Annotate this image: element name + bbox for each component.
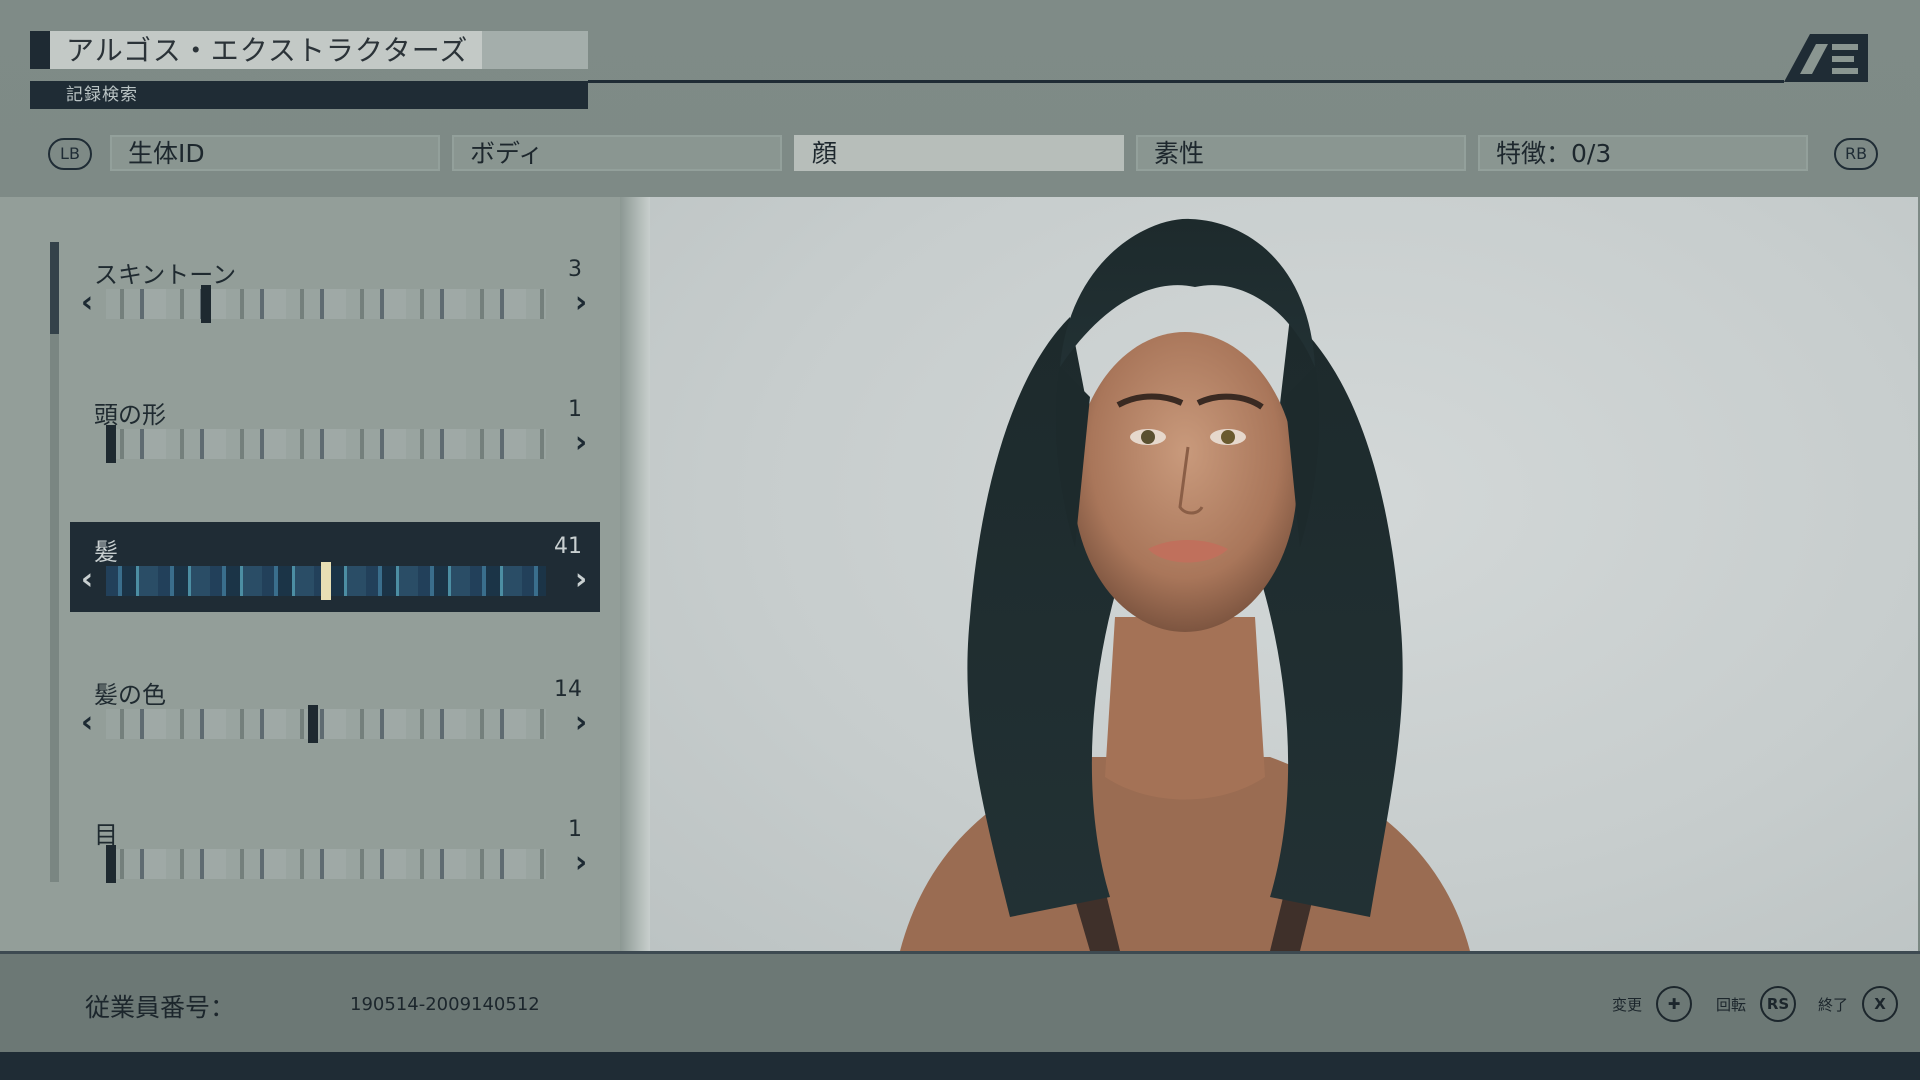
chevron-right-icon[interactable]: › [566,705,596,741]
ae-logo-icon [1784,34,1868,82]
chevron-left-icon[interactable]: ‹ [72,285,102,321]
hint-label: 変更 [1611,996,1642,1014]
character-preview-viewport[interactable] [650,197,1918,951]
chevron-right-icon[interactable]: › [566,425,596,461]
page-title: アルゴス・エクストラクターズ [66,34,469,67]
employee-number-value: 190514-2009140512 [350,994,540,1015]
chevron-right-icon[interactable]: › [566,285,596,321]
header-divider [588,80,1784,83]
slider-hair[interactable]: 髪 41 ‹ › [70,522,600,612]
lb-bumper-button[interactable]: LB [48,138,92,170]
slider-handle[interactable] [106,425,116,463]
employee-number-label: 従業員番号： [85,993,236,1022]
character-portrait [900,218,1470,951]
hint-label: 終了 [1817,996,1848,1014]
slider-value: 14 [554,677,582,702]
tab-body[interactable]: ボディ [452,135,782,171]
character-creator-screen: アルゴス・エクストラクターズ 記録検索 LB 生体ID ボディ 顔 素性 特徴：… [0,0,1920,1080]
subtitle-bar: 記録検索 [30,81,588,109]
slider-skin-tone[interactable]: スキントーン 3 ‹ › [70,245,600,337]
slider-eyes[interactable]: 目 1 › [70,805,600,897]
footer-bottom-strip [0,1052,1920,1080]
panel-shadow [620,197,650,951]
slider-handle[interactable] [308,705,319,743]
tab-traits[interactable]: 特徴：0/3 [1478,135,1808,171]
slider-value: 3 [568,257,582,282]
slider-track[interactable] [106,709,546,739]
tab-face[interactable]: 顔 [794,135,1124,171]
slider-value: 1 [568,817,582,842]
slider-hair-color[interactable]: 髪の色 14 ‹ › [70,665,600,757]
slider-track[interactable] [106,429,546,459]
title-banner: アルゴス・エクストラクターズ [30,31,588,69]
slider-label: 頭の形 [94,401,166,429]
scrollbar-thumb[interactable] [50,242,59,334]
slider-track[interactable] [106,289,546,319]
scrollbar-track[interactable] [50,242,59,882]
slider-value: 41 [554,534,582,559]
slider-handle[interactable] [200,285,211,323]
page-subtitle: 記録検索 [66,85,138,105]
rb-bumper-button[interactable]: RB [1834,138,1878,170]
chevron-left-icon[interactable]: ‹ [72,562,102,598]
title-fade [482,31,588,69]
title-accent [30,31,50,69]
chevron-right-icon[interactable]: › [566,562,596,598]
tab-background[interactable]: 素性 [1136,135,1466,171]
slider-value: 1 [568,397,582,422]
tab-bio-id[interactable]: 生体ID [110,135,440,171]
slider-head-shape[interactable]: 頭の形 1 › [70,385,600,477]
slider-label: 髪の色 [94,681,166,709]
slider-label: スキントーン [94,261,237,289]
hint-exit[interactable]: 終了 X [1770,984,1898,1024]
chevron-left-icon[interactable]: ‹ [72,705,102,741]
slider-handle[interactable] [106,845,116,883]
slider-handle[interactable] [321,562,331,600]
x-button-icon: X [1862,986,1898,1022]
chevron-right-icon[interactable]: › [566,845,596,881]
slider-track[interactable] [106,849,546,879]
hint-label: 回転 [1715,996,1746,1014]
